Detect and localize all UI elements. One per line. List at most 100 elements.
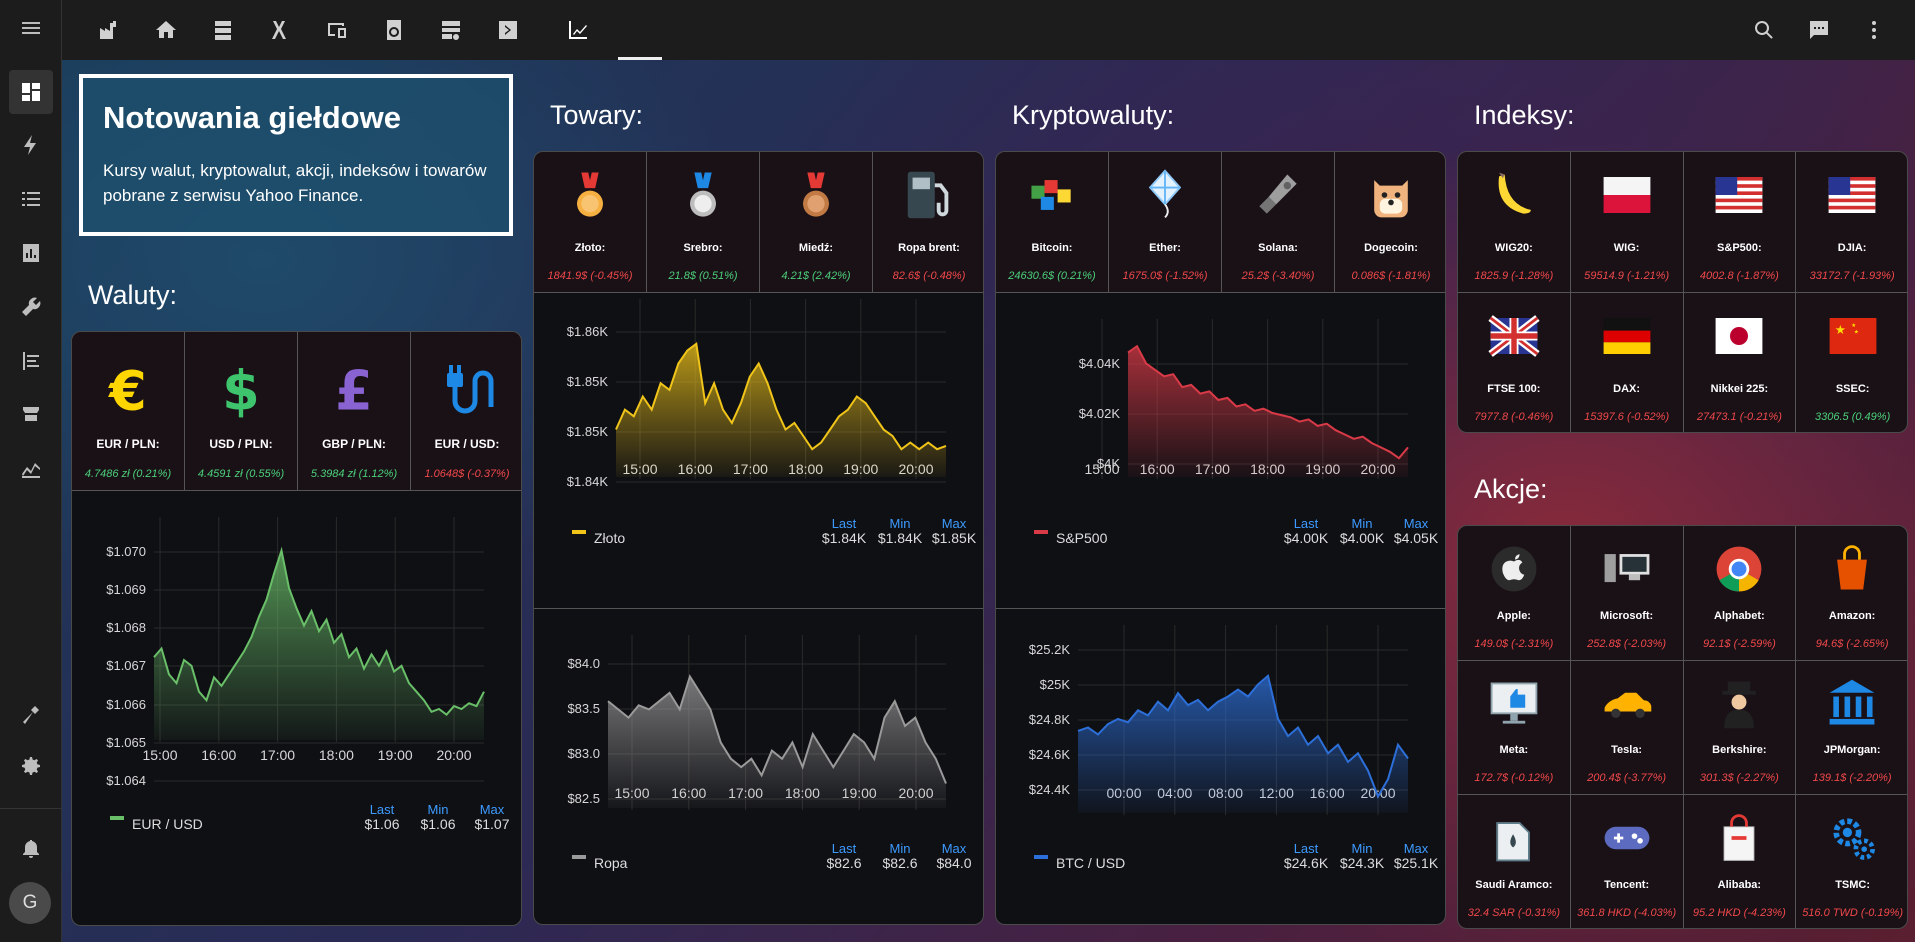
tile-bitcoin[interactable]: Bitcoin: 24630.6$ (0.21%) bbox=[996, 152, 1109, 292]
server-icon[interactable] bbox=[201, 8, 245, 52]
tile-name: Saudi Aramco: bbox=[1475, 879, 1553, 891]
washer-icon[interactable] bbox=[372, 8, 416, 52]
tile-mied[interactable]: Miedź: 4.21$ (2.42%) bbox=[760, 152, 873, 292]
energy-icon[interactable] bbox=[9, 123, 53, 167]
tile-name: DJIA: bbox=[1837, 242, 1867, 254]
tile-microsoft[interactable]: Microsoft: 252.8$ (-2.03%) bbox=[1570, 526, 1684, 661]
y-tick-label: $1.065 bbox=[106, 735, 146, 750]
stat-header: Last bbox=[1293, 516, 1319, 531]
legend-swatch bbox=[1034, 530, 1048, 534]
home-icon[interactable] bbox=[144, 8, 188, 52]
stat-value: $1.07 bbox=[474, 816, 510, 832]
tile-value: 139.1$ (-2.20%) bbox=[1812, 772, 1892, 785]
chevron-icon[interactable] bbox=[486, 8, 530, 52]
chart-svg: $84.0$83.5$83.0$82.515:0016:0017:0018:00… bbox=[567, 635, 947, 810]
tile-name: EUR / USD: bbox=[434, 437, 500, 451]
settings-icon[interactable] bbox=[9, 744, 53, 788]
oil-can-icon bbox=[1483, 807, 1545, 869]
tile-djia[interactable]: DJIA: 33172.7 (-1.93%) bbox=[1796, 152, 1907, 293]
chart-svg: $1.070 $1.069 $1.068 $1.067 $1.066 $1.065 $1.0… bbox=[106, 517, 485, 788]
tile-wig20[interactable]: WIG20: 1825.9 (-1.28%) bbox=[1458, 152, 1571, 293]
tile-s-p500[interactable]: S&P500: 4002.8 (-1.87%) bbox=[1683, 152, 1797, 293]
dashboard-icon[interactable] bbox=[9, 70, 53, 114]
assist-icon[interactable] bbox=[1797, 8, 1841, 52]
stat-value: $24.8K bbox=[1440, 855, 1445, 871]
tile-alibaba[interactable]: Alibaba: 95.2 HKD (-4.23%) bbox=[1683, 795, 1797, 928]
like-monitor-icon bbox=[1483, 673, 1545, 735]
tile-tencent[interactable]: Tencent: 361.8 HKD (-4.03%) bbox=[1570, 795, 1684, 928]
factory-icon[interactable] bbox=[87, 8, 131, 52]
tile-value: 301.3$ (-2.27%) bbox=[1699, 772, 1779, 785]
tile-berkshire[interactable]: Berkshire: 301.3$ (-2.27%) bbox=[1683, 660, 1797, 796]
network-icon[interactable] bbox=[258, 8, 302, 52]
tile-value: 4002.8 (-1.87%) bbox=[1699, 270, 1779, 282]
svg-text:$: $ bbox=[222, 363, 260, 419]
gamepad-icon bbox=[1596, 807, 1658, 869]
tile-jpmorgan[interactable]: JPMorgan: 139.1$ (-2.20%) bbox=[1796, 660, 1907, 796]
stat-header: Max bbox=[1403, 841, 1429, 856]
y-tick-label: $1.85K bbox=[567, 374, 609, 389]
tile-ether[interactable]: Ether: 1675.0$ (-1.52%) bbox=[1109, 152, 1222, 292]
y-tick-label: $82.5 bbox=[567, 791, 600, 806]
avatar[interactable]: G bbox=[9, 882, 51, 924]
dollar-icon: $ bbox=[201, 346, 281, 436]
tile-value: 94.6$ (-2.65%) bbox=[1815, 637, 1889, 650]
stat-value: $1.07 bbox=[516, 816, 521, 832]
tile-ssec[interactable]: ★ ★ ★ SSEC: 3306.5 (0.49%) bbox=[1796, 293, 1907, 432]
chart-icon[interactable] bbox=[556, 8, 600, 52]
tile-apple[interactable]: Apple: 149.0$ (-2.31%) bbox=[1458, 526, 1571, 661]
tile-saudi-aramco[interactable]: Saudi Aramco: 32.4 SAR (-0.31%) bbox=[1458, 795, 1571, 928]
server-cog-icon[interactable] bbox=[429, 8, 473, 52]
tile-srebro[interactable]: Srebro: 21.8$ (0.51%) bbox=[647, 152, 760, 292]
tile-amazon[interactable]: Amazon: 94.6$ (-2.65%) bbox=[1796, 526, 1907, 661]
stat-value: $25.1K bbox=[1393, 855, 1439, 871]
tile-tesla[interactable]: Tesla: 200.4$ (-3.77%) bbox=[1570, 660, 1684, 796]
japan-flag-icon bbox=[1708, 305, 1770, 367]
tile-solana[interactable]: Solana: 25.2$ (-3.40%) bbox=[1222, 152, 1335, 292]
gears-icon bbox=[1822, 807, 1884, 869]
tile-eur---usd[interactable]: EUR / USD: 1.0648$ (-0.37%) bbox=[411, 332, 521, 490]
stat-value: $82.6 bbox=[882, 855, 918, 871]
tools-icon[interactable] bbox=[9, 285, 53, 329]
tile-wig[interactable]: WIG: 59514.9 (-1.21%) bbox=[1570, 152, 1684, 293]
poland-flag-icon bbox=[1596, 164, 1658, 226]
notifications-icon[interactable] bbox=[9, 826, 53, 870]
tile-gbp---pln[interactable]: £ GBP / PLN: 5.3984 zł (1.12%) bbox=[298, 332, 411, 490]
tile-ropa-brent[interactable]: Ropa brent: 82.6$ (-0.48%) bbox=[873, 152, 983, 292]
tile-name: EUR / PLN: bbox=[96, 437, 160, 451]
tile-value: 25.2$ (-3.40%) bbox=[1241, 270, 1315, 282]
tile-value: 1825.9 (-1.28%) bbox=[1474, 270, 1554, 282]
germany-flag-icon bbox=[1596, 305, 1658, 367]
y-tick-label: $83.5 bbox=[567, 701, 600, 716]
tile-eur---pln[interactable]: € EUR / PLN: 4.7486 zł (0.21%) bbox=[72, 332, 185, 490]
series-area bbox=[608, 676, 946, 808]
tile-usd---pln[interactable]: $ USD / PLN: 4.4591 zł (0.55%) bbox=[185, 332, 298, 490]
stat-header: Max bbox=[479, 802, 505, 817]
tile-ftse-100[interactable]: FTSE 100: 7977.8 (-0.46%) bbox=[1458, 293, 1571, 432]
more-icon[interactable] bbox=[1852, 8, 1896, 52]
logbook-icon[interactable] bbox=[9, 177, 53, 221]
analytics-icon[interactable] bbox=[9, 447, 53, 491]
indeksy-card: WIG20: 1825.9 (-1.28%) WIG: 59514.9 (-1.21%… bbox=[1457, 151, 1908, 433]
tile-meta[interactable]: Meta: 172.7$ (-0.12%) bbox=[1458, 660, 1571, 796]
svg-text:€: € bbox=[107, 363, 147, 419]
logs-icon[interactable] bbox=[9, 339, 53, 383]
devices-icon[interactable] bbox=[315, 8, 359, 52]
hacs-icon[interactable] bbox=[9, 393, 53, 437]
tile-nikkei-225[interactable]: Nikkei 225: 27473.1 (-0.21%) bbox=[1683, 293, 1797, 432]
tile-tsmc[interactable]: TSMC: 516.0 TWD (-0.19%) bbox=[1796, 795, 1907, 928]
tile-dax[interactable]: DAX: 15397.6 (-0.52%) bbox=[1570, 293, 1684, 432]
tile-name: FTSE 100: bbox=[1487, 383, 1541, 395]
stat-value: $4.02K bbox=[1440, 530, 1445, 546]
tile-z-oto[interactable]: Złoto: 1841.9$ (-0.45%) bbox=[534, 152, 647, 292]
developer-icon[interactable] bbox=[9, 692, 53, 736]
y-tick-label: $1.066 bbox=[106, 697, 146, 712]
history-icon[interactable] bbox=[9, 231, 53, 275]
search-icon[interactable] bbox=[1742, 8, 1786, 52]
tile-dogecoin[interactable]: Dogecoin: 0.086$ (-1.81%) bbox=[1335, 152, 1445, 292]
menu-icon[interactable] bbox=[9, 6, 53, 50]
tile-value: 4.21$ (2.42%) bbox=[781, 270, 851, 282]
tile-alphabet[interactable]: Alphabet: 92.1$ (-2.59%) bbox=[1683, 526, 1797, 661]
legend-swatch bbox=[110, 816, 124, 820]
x-tick-label: 16:00 bbox=[201, 747, 236, 763]
